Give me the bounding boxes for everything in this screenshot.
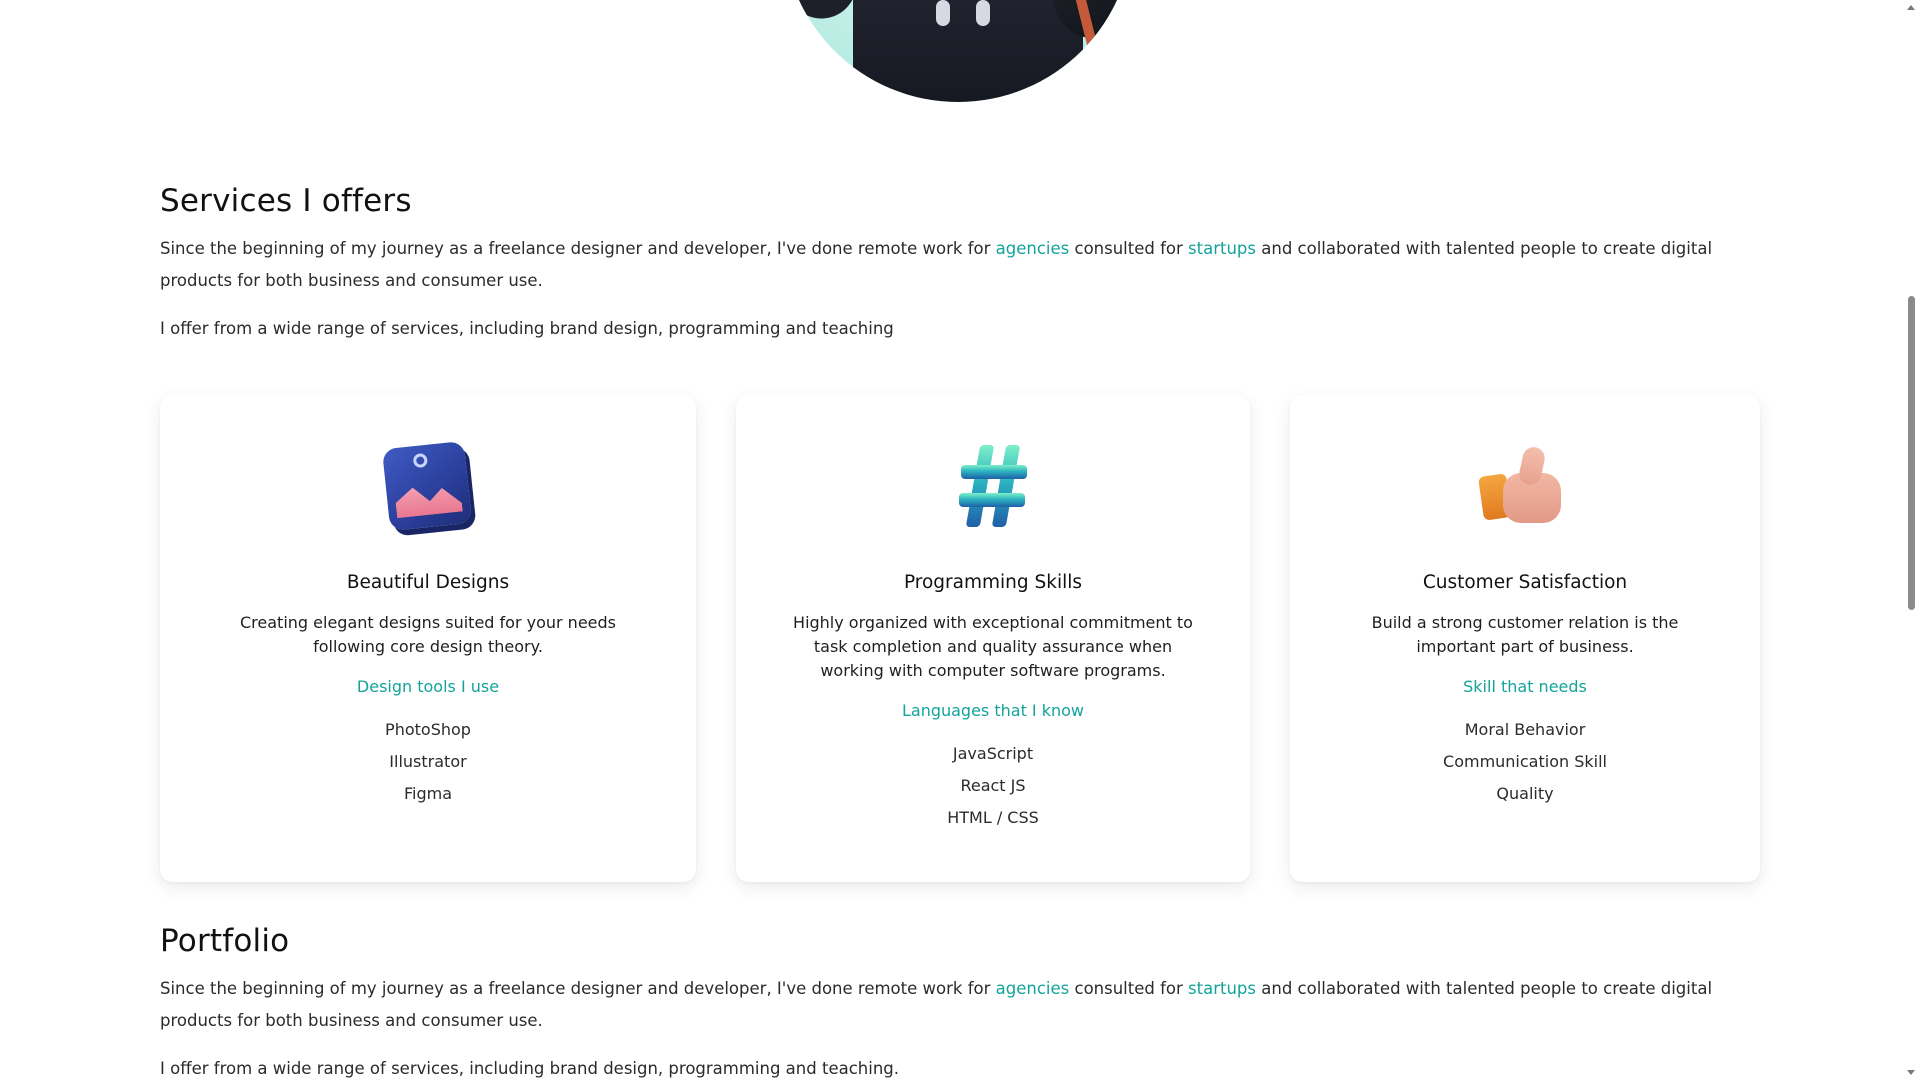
portfolio-title: Portfolio [160,923,290,959]
hashtag-icon [945,439,1041,535]
services-intro-text: consulted for [1069,239,1189,258]
card-title: Programming Skills [903,572,1083,593]
service-card-design: Beautiful Designs Creating elegant desig… [160,395,696,882]
card-subheading: Languages that I know [901,701,1085,720]
service-card-programming: Programming Skills Highly organized with… [736,395,1250,882]
picture-frame-icon [380,439,476,535]
card-subheading: Skill that needs [1463,677,1587,696]
portfolio-intro-text: consulted for [1069,979,1189,998]
list-item: Figma [403,784,453,803]
list-item: Moral Behavior [1464,720,1586,739]
startups-link[interactable]: startups [1188,979,1256,998]
scroll-down-arrow-icon[interactable] [1907,1070,1915,1075]
card-list: JavaScript React JS HTML / CSS [736,738,1250,834]
list-item: PhotoShop [385,720,471,739]
scroll-up-arrow-icon[interactable] [1907,5,1915,10]
service-card-customer: Customer Satisfaction Build a strong cus… [1290,395,1760,882]
services-title: Services I offers [160,183,412,219]
services-section: Services I offers Since the beginning of… [160,183,1760,345]
list-item: Illustrator [389,752,467,771]
list-item: HTML / CSS [947,808,1039,827]
avatar-button [936,0,950,26]
card-description: Highly organized with exceptional commit… [793,613,1193,680]
card-title: Beautiful Designs [346,572,510,593]
list-item: Quality [1496,784,1554,803]
card-subheading: Design tools I use [356,677,500,696]
list-item: JavaScript [952,744,1034,763]
portfolio-section: Portfolio Since the beginning of my jour… [160,923,1760,1080]
services-intro-text: Since the beginning of my journey as a f… [160,239,996,258]
vertical-scrollbar[interactable] [1903,0,1920,1080]
services-intro: Since the beginning of my journey as a f… [160,233,1760,297]
list-item: Communication Skill [1443,752,1607,771]
card-list: Moral Behavior Communication Skill Quali… [1290,714,1760,810]
service-cards: Beautiful Designs Creating elegant desig… [160,395,1760,882]
list-item: React JS [960,776,1026,795]
avatar-body [853,0,1083,102]
portfolio-intro: Since the beginning of my journey as a f… [160,973,1760,1037]
card-title: Customer Satisfaction [1422,572,1628,593]
portfolio-intro-text: Since the beginning of my journey as a f… [160,979,996,998]
card-description: Build a strong customer relation is the … [1371,613,1679,656]
startups-link[interactable]: startups [1188,239,1256,258]
agencies-link[interactable]: agencies [996,979,1070,998]
avatar [783,0,1133,102]
thumbs-up-icon [1477,439,1573,535]
avatar-button [976,0,990,26]
card-description: Creating elegant designs suited for your… [240,613,616,656]
card-list: PhotoShop Illustrator Figma [160,714,696,810]
services-intro-secondary: I offer from a wide range of services, i… [160,319,894,338]
scrollbar-thumb[interactable] [1908,296,1915,610]
portfolio-intro-secondary: I offer from a wide range of services, i… [160,1059,899,1078]
page: Services I offers Since the beginning of… [0,0,1920,1080]
agencies-link[interactable]: agencies [996,239,1070,258]
